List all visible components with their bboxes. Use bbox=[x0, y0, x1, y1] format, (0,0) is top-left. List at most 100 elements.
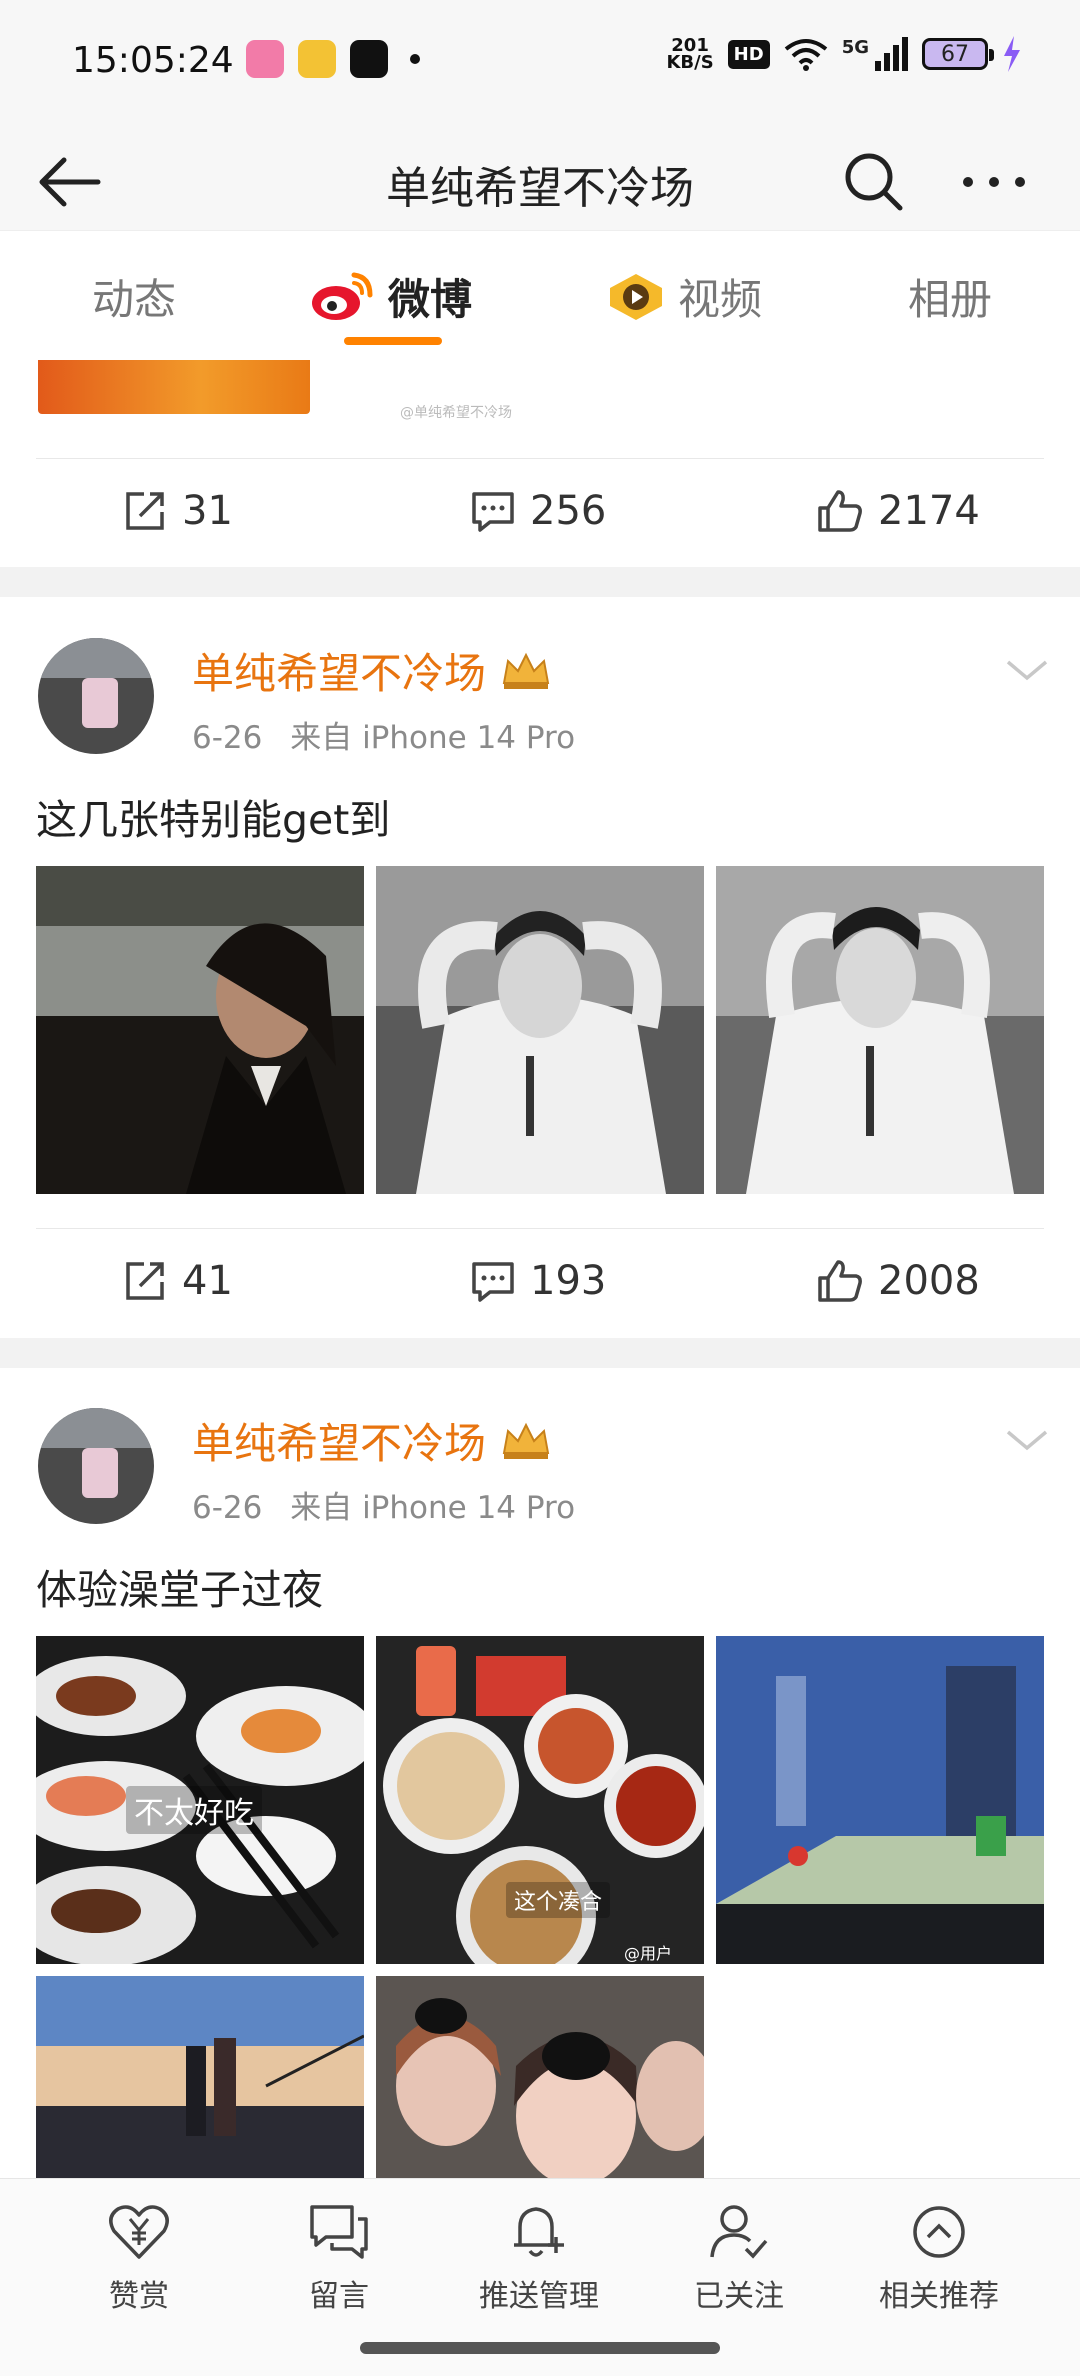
wifi-icon bbox=[784, 39, 827, 71]
avatar[interactable] bbox=[38, 638, 154, 754]
post-separator bbox=[0, 567, 1080, 597]
tab-label: 微博 bbox=[388, 275, 473, 324]
bell-plus-icon bbox=[514, 2207, 564, 2257]
push-settings-button[interactable]: 推送管理 bbox=[459, 2203, 619, 2315]
status-right-group: 201 KB/S HD 5G 67 bbox=[666, 36, 1022, 72]
bilibili-app-icon bbox=[246, 40, 284, 78]
profile-tabs: 动态 微博 视频 相册 bbox=[0, 230, 1080, 361]
post-date: 6-26 bbox=[192, 720, 263, 756]
message-icon bbox=[310, 2205, 368, 2259]
divider bbox=[36, 458, 1044, 459]
post-photo[interactable] bbox=[36, 866, 364, 1194]
more-options-button[interactable] bbox=[958, 150, 1030, 214]
movie-scene-photo bbox=[36, 1976, 364, 2178]
share-icon bbox=[126, 1262, 164, 1300]
post-username[interactable]: 单纯希望不冷场 bbox=[192, 640, 554, 701]
network-speed-unit: KB/S bbox=[666, 52, 714, 73]
more-dots-icon bbox=[963, 177, 1025, 187]
reward-button[interactable]: 赞赏 bbox=[59, 2203, 219, 2315]
like-button[interactable]: 2174 bbox=[816, 488, 980, 534]
search-icon bbox=[845, 153, 903, 211]
chevron-down-icon bbox=[1006, 660, 1048, 681]
post-text: 体验澡堂子过夜 bbox=[36, 1566, 323, 1614]
username-text: 单纯希望不冷场 bbox=[192, 649, 487, 698]
comment-button[interactable]: 193 bbox=[470, 1258, 606, 1304]
previous-post-actions: 31 256 2174 bbox=[0, 460, 1080, 570]
network-speed: 201 KB/S bbox=[666, 37, 714, 73]
post-photo[interactable] bbox=[716, 866, 1044, 1194]
post-username[interactable]: 单纯希望不冷场 bbox=[192, 1410, 554, 1471]
avatar[interactable] bbox=[38, 1408, 154, 1524]
like-count: 2008 bbox=[878, 1258, 980, 1304]
video-badge-icon bbox=[610, 273, 662, 320]
bottom-nav-label: 已关注 bbox=[694, 2279, 784, 2314]
previous-post-image[interactable] bbox=[38, 360, 310, 414]
network-type-label: 5G bbox=[841, 37, 869, 58]
comment-button[interactable]: 256 bbox=[470, 488, 606, 534]
bottom-nav-label: 留言 bbox=[309, 2279, 369, 2314]
post-text: 这几张特别能get到 bbox=[36, 796, 391, 844]
heart-yen-icon bbox=[109, 2205, 169, 2259]
game-screen-photo bbox=[716, 1636, 1044, 1964]
photo-caption: 不太好吃 bbox=[126, 1786, 262, 1834]
post-meta: 6-26 来自 iPhone 14 Pro bbox=[192, 712, 593, 757]
post-photo[interactable]: 不太好吃 bbox=[36, 1636, 364, 1964]
tab-video[interactable]: 视频 bbox=[606, 266, 762, 327]
post-source: 来自 iPhone 14 Pro bbox=[290, 1490, 576, 1526]
message-button[interactable]: 留言 bbox=[259, 2203, 419, 2315]
bw-portrait-photo bbox=[716, 866, 1044, 1194]
post-menu-button[interactable] bbox=[1002, 650, 1052, 690]
post-photo[interactable]: 这个凑合 @用户7769 bbox=[376, 1636, 704, 1964]
signal-icon: 5G bbox=[842, 37, 908, 71]
crown-badge-icon bbox=[502, 652, 550, 689]
weibo-app-icon bbox=[298, 40, 336, 78]
following-button[interactable]: 已关注 bbox=[659, 2203, 819, 2315]
post-source: 来自 iPhone 14 Pro bbox=[290, 720, 576, 756]
repost-button[interactable]: 41 bbox=[122, 1258, 233, 1304]
portrait-photo bbox=[36, 866, 364, 1194]
divider bbox=[36, 1228, 1044, 1229]
post-photo[interactable] bbox=[376, 1976, 704, 2178]
post-photo[interactable] bbox=[716, 1636, 1044, 1964]
tab-label: 视频 bbox=[678, 275, 763, 324]
related-recommend-button[interactable]: 相关推荐 bbox=[859, 2203, 1019, 2315]
like-button[interactable]: 2008 bbox=[816, 1258, 980, 1304]
thumbs-up-icon bbox=[818, 490, 862, 532]
post-photo[interactable] bbox=[376, 866, 704, 1194]
tab-label: 动态 bbox=[92, 275, 177, 324]
post-actions: 41 193 2008 bbox=[0, 1230, 1080, 1340]
notification-icons bbox=[246, 40, 420, 78]
username-text: 单纯希望不冷场 bbox=[192, 1419, 487, 1468]
tab-dynamic[interactable]: 动态 bbox=[92, 266, 176, 327]
search-button[interactable] bbox=[842, 150, 906, 214]
app-header: 单纯希望不冷场 bbox=[0, 130, 1080, 230]
user-check-icon bbox=[710, 2205, 768, 2259]
status-time: 15:05:24 bbox=[72, 40, 234, 81]
battery-indicator: 67 bbox=[922, 38, 994, 70]
chevron-down-icon bbox=[1006, 1430, 1048, 1451]
repost-button[interactable]: 31 bbox=[122, 488, 233, 534]
home-indicator[interactable] bbox=[360, 2342, 720, 2354]
thumbs-up-icon bbox=[818, 1260, 862, 1302]
comment-icon bbox=[472, 492, 514, 532]
like-count: 2174 bbox=[878, 488, 980, 534]
crown-badge-icon bbox=[502, 1422, 550, 1459]
tab-album[interactable]: 相册 bbox=[908, 266, 992, 327]
repost-count: 41 bbox=[182, 1258, 233, 1304]
post-menu-button[interactable] bbox=[1002, 1420, 1052, 1460]
active-tab-indicator bbox=[344, 337, 442, 345]
post-meta: 6-26 来自 iPhone 14 Pro bbox=[192, 1482, 593, 1527]
share-icon bbox=[126, 492, 164, 530]
comment-icon bbox=[472, 1262, 514, 1302]
more-notifications-dot bbox=[410, 54, 420, 64]
post-photo[interactable] bbox=[36, 1976, 364, 2178]
photo-watermark: @用户7769 bbox=[624, 1944, 673, 1963]
charging-bolt-icon bbox=[1004, 36, 1020, 72]
tab-weibo[interactable]: 微博 bbox=[310, 266, 472, 327]
post-date: 6-26 bbox=[192, 1490, 263, 1526]
weibo-logo-icon bbox=[312, 272, 373, 320]
bottom-nav-label: 赞赏 bbox=[109, 2279, 169, 2314]
tiktok-app-icon bbox=[350, 40, 388, 78]
status-bar: 15:05:24 201 KB/S HD 5G 67 bbox=[0, 0, 1080, 130]
photo-caption: 这个凑合 bbox=[506, 1882, 611, 1918]
